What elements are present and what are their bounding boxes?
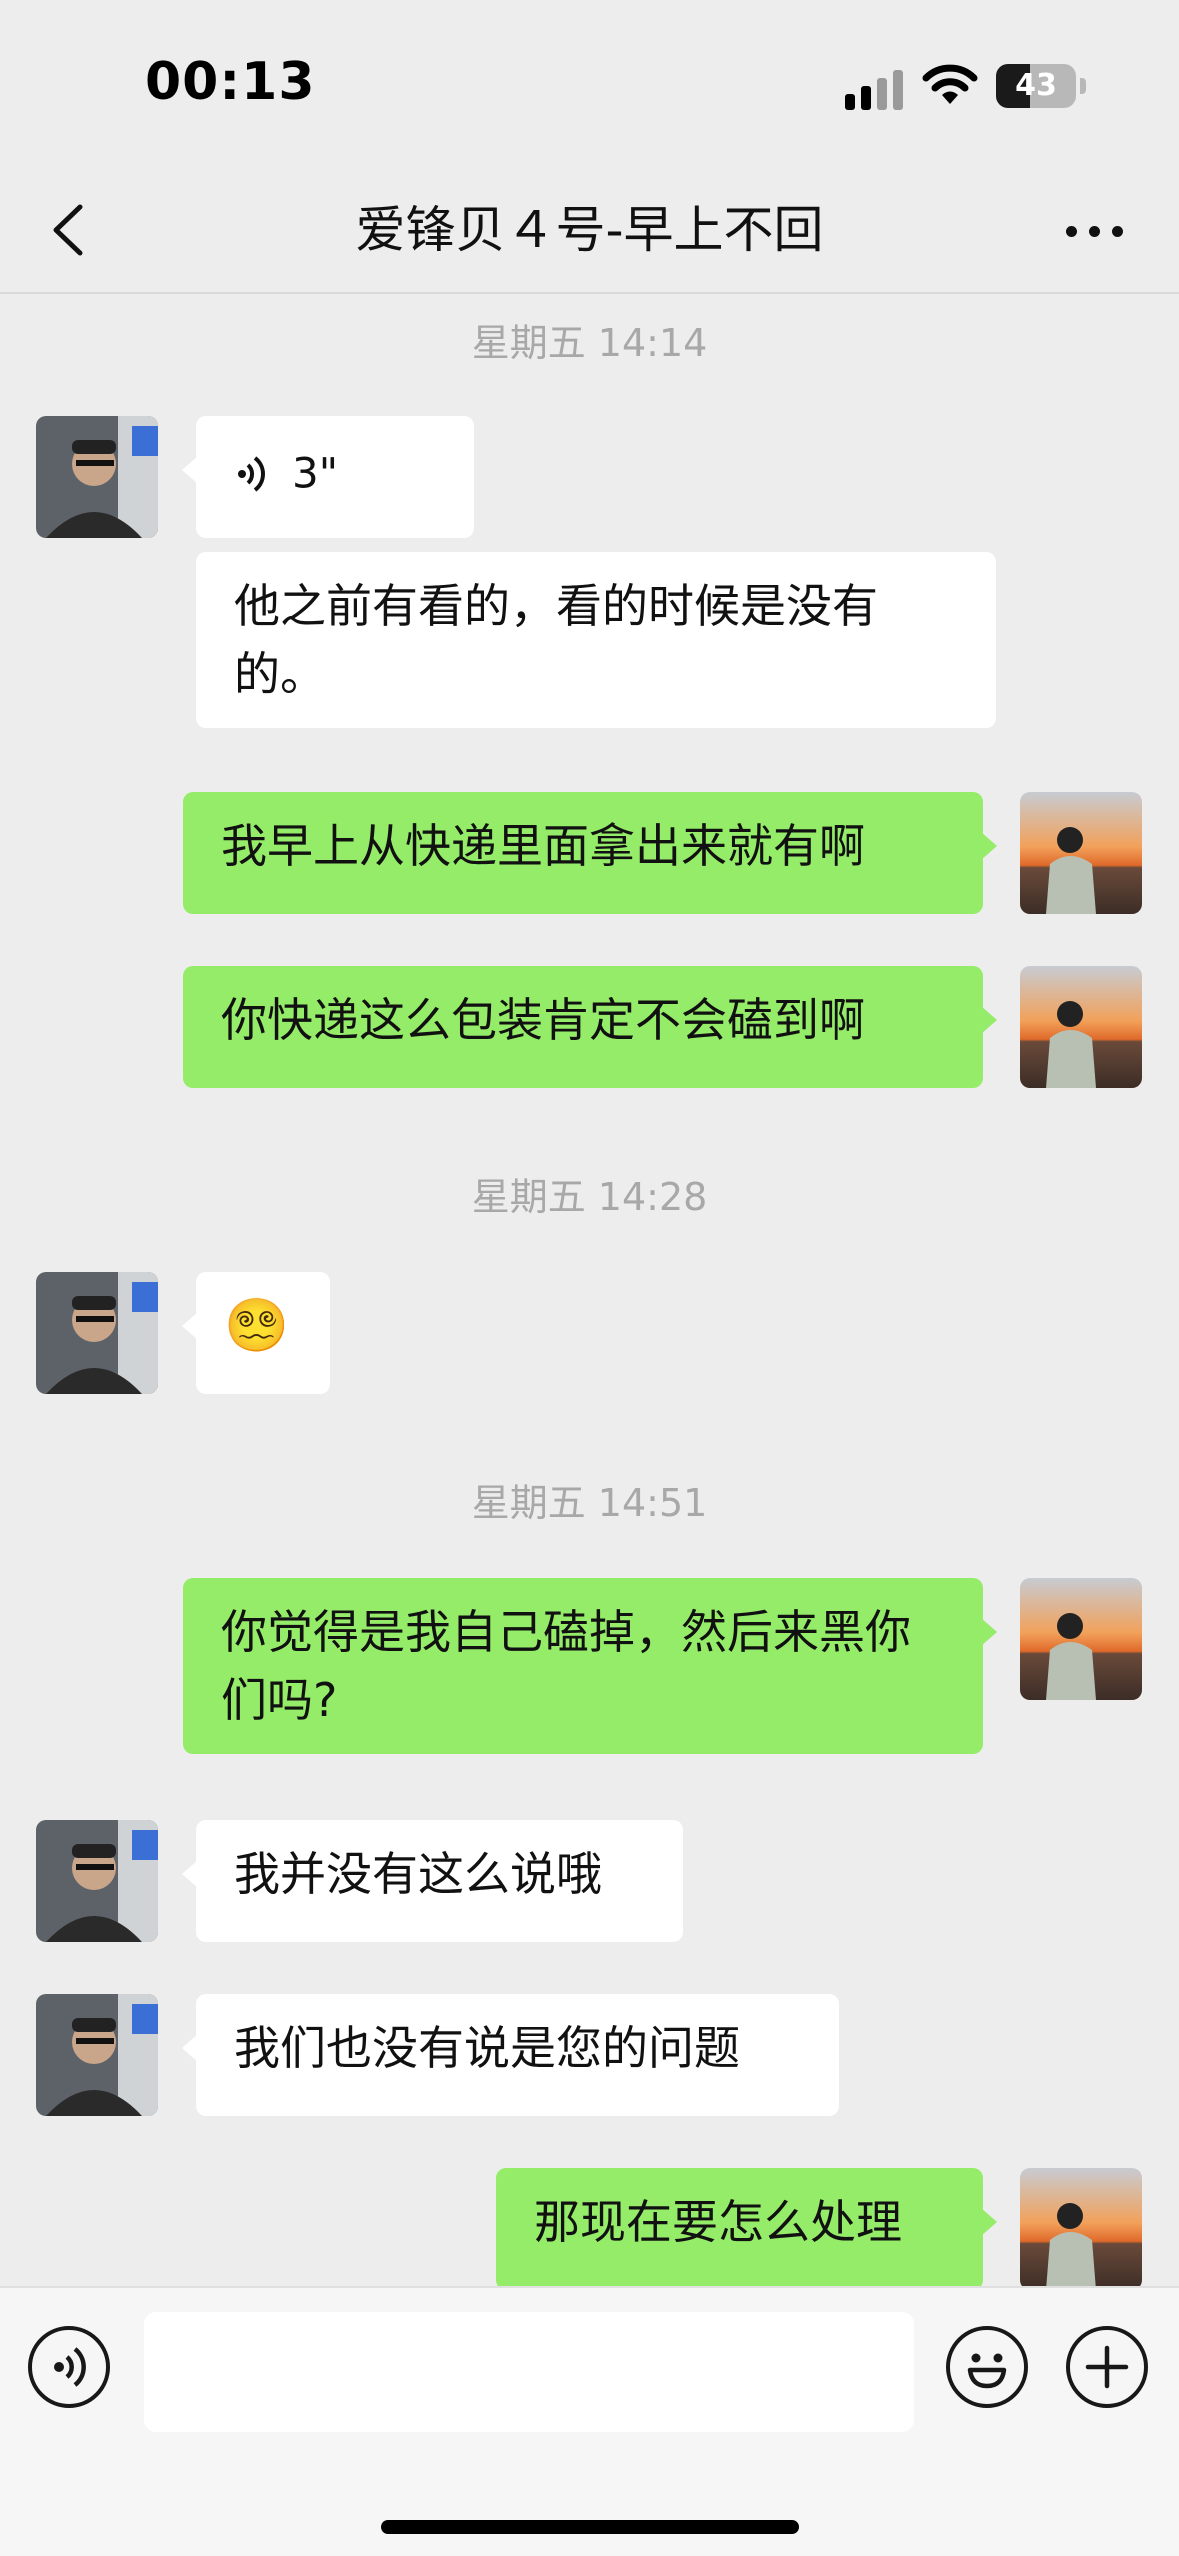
battery-tip — [1080, 78, 1086, 94]
message-text: 你觉得是我自己磕掉，然后来黑你们吗? — [221, 1605, 911, 1727]
plus-icon[interactable] — [1066, 2326, 1148, 2408]
battery-icon: 43 — [996, 64, 1076, 108]
message-text: 我并没有这么说哦 — [234, 1847, 602, 1901]
ellipsis-icon[interactable] — [1060, 195, 1130, 265]
home-indicator[interactable] — [381, 2520, 799, 2534]
avatar-contact[interactable] — [36, 416, 158, 538]
avatar-contact[interactable] — [36, 1820, 158, 1942]
chat-title: 爱锋贝４号-早上不回 — [355, 201, 824, 259]
status-time: 00:13 — [145, 52, 316, 112]
timestamp: 星期五 14:51 — [471, 1481, 708, 1525]
avatar-self[interactable] — [1020, 966, 1142, 1088]
message-text: 我早上从快递里面拿出来就有啊 — [221, 819, 865, 873]
input-bar — [0, 2286, 1179, 2556]
message-list[interactable]: 星期五 14:14 3" 他之前有看的，看的时候是没有的。 我早上从快递里面拿出… — [0, 296, 1179, 2286]
message-incoming[interactable]: 他之前有看的，看的时候是没有的。 — [196, 552, 996, 728]
avatar-contact[interactable] — [36, 1272, 158, 1394]
message-text: 他之前有看的，看的时候是没有的。 — [234, 579, 878, 701]
timestamp: 星期五 14:14 — [471, 321, 708, 365]
wifi-icon — [922, 64, 978, 104]
message-text: 我们也没有说是您的问题 — [234, 2021, 740, 2075]
message-text: 那现在要怎么处理 — [534, 2195, 902, 2249]
chat-screen: 00:13 43 爱锋贝４号-早上不回 星期五 14:14 3" 他之前有看的，… — [0, 0, 1179, 2556]
message-outgoing[interactable]: 你觉得是我自己磕掉，然后来黑你们吗? — [183, 1578, 997, 1754]
message-text: 你快递这么包装肯定不会磕到啊 — [221, 993, 865, 1047]
timestamp: 星期五 14:28 — [471, 1175, 708, 1219]
voice-message[interactable]: 3" — [182, 416, 474, 538]
status-bar: 00:13 43 — [0, 0, 1179, 170]
chevron-left-icon[interactable] — [40, 195, 100, 265]
message-outgoing[interactable]: 那现在要怎么处理 — [496, 2168, 997, 2286]
avatar-contact[interactable] — [36, 1994, 158, 2116]
signal-icon — [845, 68, 905, 110]
message-incoming[interactable]: 我们也没有说是您的问题 — [182, 1994, 839, 2116]
emoji-message[interactable]: 😵‍💫 — [182, 1272, 330, 1394]
emoji-icon[interactable] — [946, 2326, 1028, 2408]
nav-bar: 爱锋贝４号-早上不回 — [0, 170, 1179, 294]
avatar-self[interactable] — [1020, 2168, 1142, 2286]
avatar-self[interactable] — [1020, 792, 1142, 914]
voice-wave-icon — [238, 455, 265, 492]
message-incoming[interactable]: 我并没有这么说哦 — [182, 1820, 683, 1942]
voice-duration: 3" — [292, 448, 339, 498]
avatar-self[interactable] — [1020, 1578, 1142, 1700]
dizzy-face-emoji: 😵‍💫 — [224, 1296, 289, 1356]
message-outgoing[interactable]: 我早上从快递里面拿出来就有啊 — [183, 792, 997, 914]
message-input[interactable] — [144, 2312, 914, 2432]
voice-icon[interactable] — [28, 2326, 110, 2408]
battery-level: 43 — [1015, 68, 1057, 103]
message-outgoing[interactable]: 你快递这么包装肯定不会磕到啊 — [183, 966, 997, 1088]
